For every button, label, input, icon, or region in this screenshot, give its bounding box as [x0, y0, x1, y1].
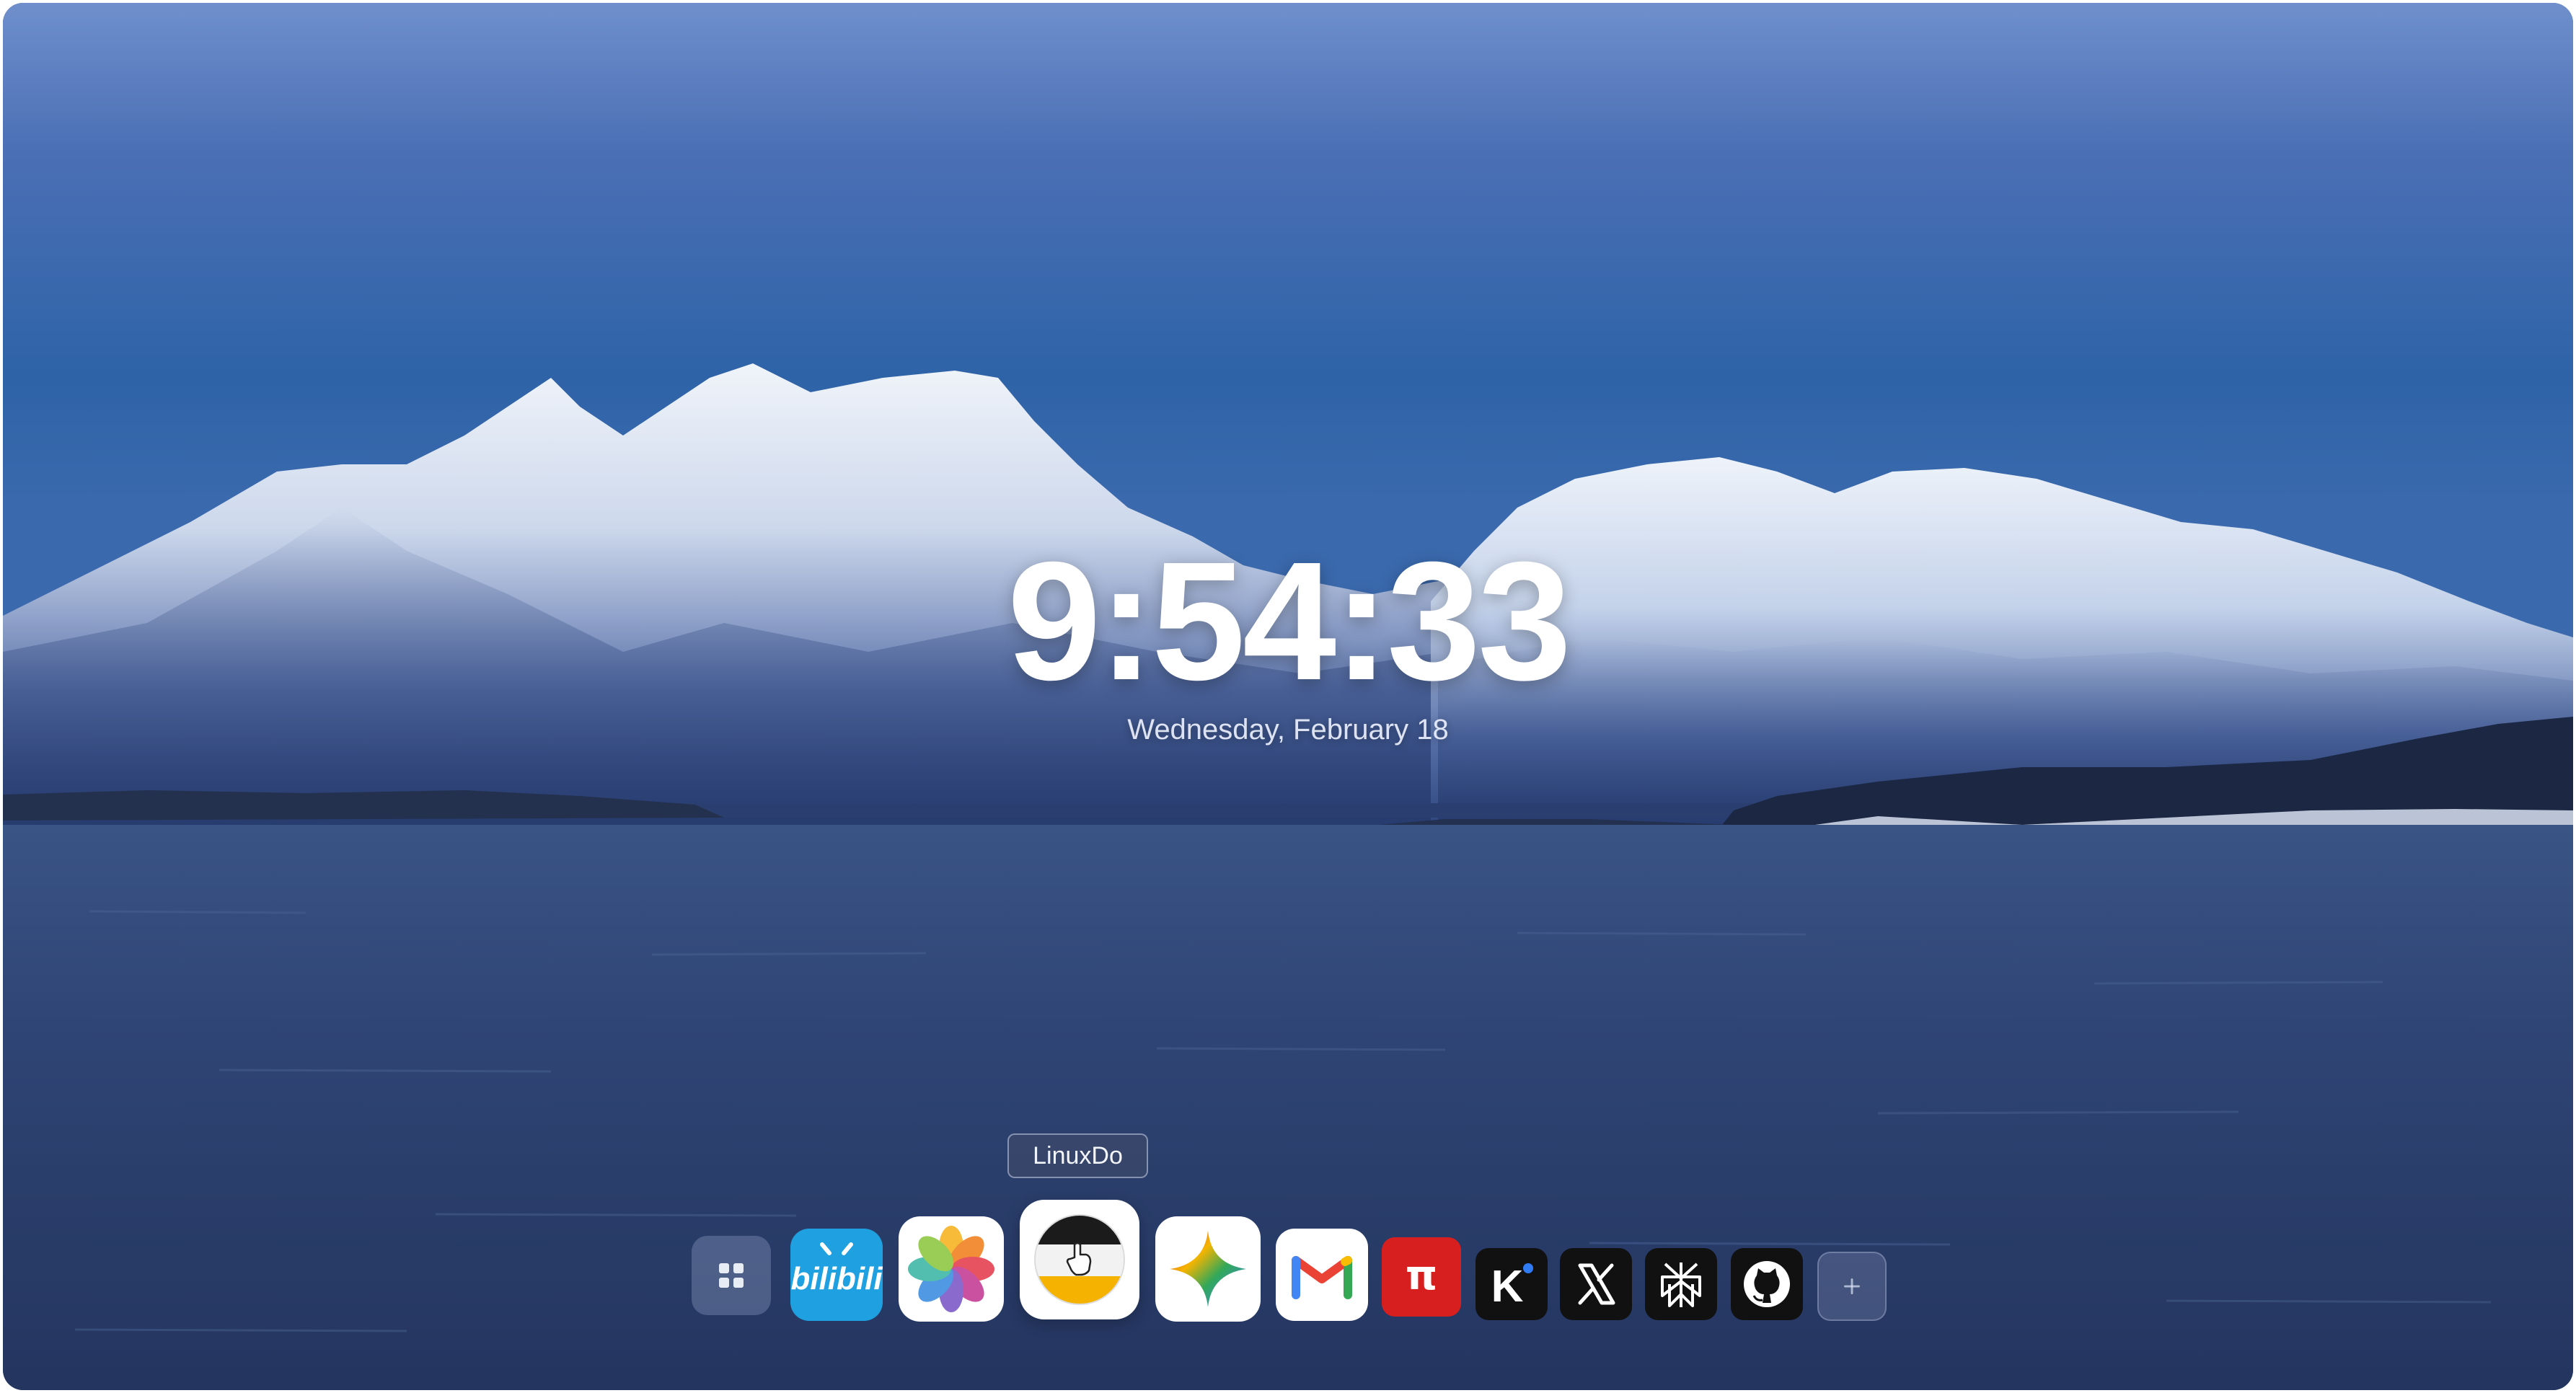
- x-logo-icon: [1578, 1263, 1615, 1305]
- linuxdo-icon: [1034, 1214, 1125, 1305]
- add-app-button[interactable]: [1817, 1252, 1887, 1321]
- kimi-letter: K: [1491, 1262, 1524, 1312]
- desktop-window: 9:54:33 Wednesday, February 18 LinuxDo b…: [3, 3, 2573, 1390]
- gemini-app-button[interactable]: [1155, 1216, 1261, 1322]
- bilibili-app-button[interactable]: bilibili: [790, 1229, 883, 1321]
- x-app-button[interactable]: [1560, 1248, 1632, 1320]
- gmail-app-button[interactable]: [1276, 1229, 1368, 1321]
- kimi-icon: K: [1491, 1262, 1533, 1312]
- gmail-icon: [1292, 1256, 1352, 1299]
- plus-icon: [1843, 1278, 1861, 1295]
- perplexity-app-button[interactable]: [1645, 1248, 1717, 1320]
- clock-date: Wednesday, February 18: [1127, 714, 1449, 746]
- apps-grid-button[interactable]: [692, 1236, 771, 1315]
- pi-app-button[interactable]: π: [1382, 1237, 1461, 1317]
- pi-symbol: π: [1406, 1252, 1437, 1299]
- github-app-button[interactable]: [1731, 1248, 1803, 1320]
- linuxdo-app-button[interactable]: [1020, 1200, 1139, 1319]
- grid-icon: [719, 1263, 744, 1288]
- perplexity-icon: [1661, 1262, 1701, 1307]
- dock-tooltip: LinuxDo: [1007, 1133, 1148, 1178]
- github-icon: [1744, 1261, 1790, 1307]
- pi-icon: π: [1406, 1252, 1437, 1299]
- clock-time: 9:54:33: [1007, 526, 1572, 715]
- bilibili-icon: bilibili: [790, 1242, 883, 1296]
- photos-app-button[interactable]: [899, 1216, 1004, 1322]
- kimi-app-button[interactable]: K: [1476, 1248, 1548, 1320]
- gemini-sparkle-icon: [1170, 1231, 1246, 1307]
- bilibili-logo-text: bilibili: [790, 1261, 883, 1296]
- photos-icon: [908, 1226, 994, 1312]
